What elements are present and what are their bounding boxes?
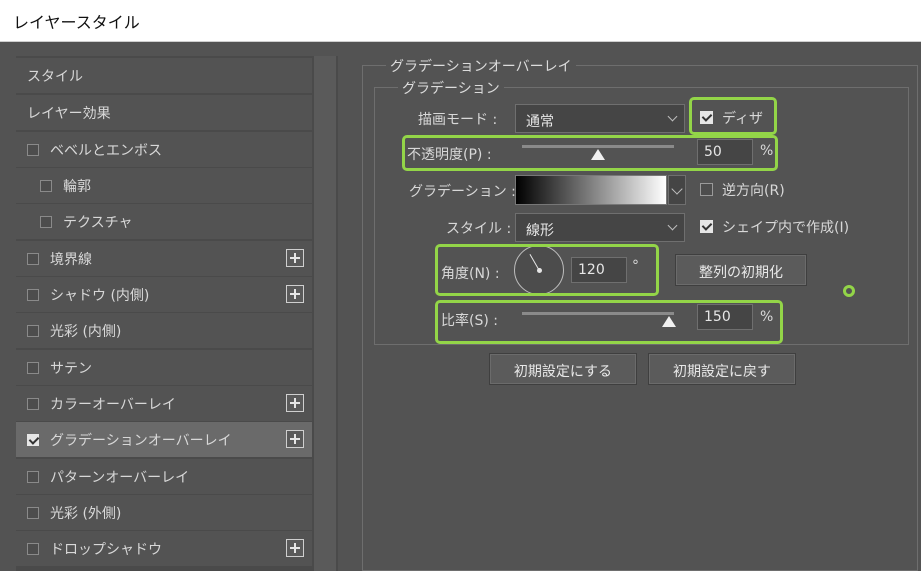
highlight-dot	[843, 285, 855, 297]
sidebar-item-contour[interactable]: 輪郭	[16, 168, 312, 203]
color-overlay-checkbox[interactable]	[27, 398, 39, 410]
gradient-overlay-checkbox[interactable]	[27, 434, 39, 446]
sidebar-item-label: 境界線	[50, 252, 92, 268]
blend-mode-select[interactable]: 通常	[515, 104, 685, 133]
sidebar-item-drop-shadow[interactable]: ドロップシャドウ	[16, 531, 312, 566]
outer-glow-checkbox[interactable]	[27, 507, 39, 519]
sidebar-item-texture[interactable]: テクスチャ	[16, 204, 312, 239]
add-stroke-button[interactable]	[286, 249, 304, 267]
reset-alignment-label: 整列の初期化	[699, 265, 783, 281]
sidebar-scrollbar[interactable]	[314, 56, 336, 571]
sidebar-item-label: カラーオーバーレイ	[50, 397, 176, 413]
dither-highlight	[689, 97, 777, 135]
gradient-picker-arrow[interactable]	[668, 175, 686, 205]
gradient-group-title: グラデーション	[398, 78, 504, 98]
pattern-overlay-checkbox[interactable]	[27, 471, 39, 483]
bevel-emboss-checkbox[interactable]	[27, 144, 39, 156]
sidebar-item-label: シャドウ (内側)	[50, 288, 150, 304]
stroke-checkbox[interactable]	[27, 253, 39, 265]
make-default-label: 初期設定にする	[513, 364, 613, 380]
gradient-label: グラデーション :	[409, 184, 516, 200]
gradient-preview[interactable]	[515, 175, 667, 205]
sidebar-item-outer-glow[interactable]: 光彩 (外側)	[16, 495, 312, 530]
sidebar-item-label: ベベルとエンボス	[50, 143, 162, 159]
contour-checkbox[interactable]	[40, 180, 52, 192]
add-inner-shadow-button[interactable]	[286, 285, 304, 303]
reset-alignment-button[interactable]: 整列の初期化	[675, 254, 807, 286]
satin-checkbox[interactable]	[27, 362, 39, 374]
sidebar-item-satin[interactable]: サテン	[16, 350, 312, 385]
gradient-overlay-title: グラデーションオーバーレイ	[386, 56, 576, 76]
sidebar-item-label: グラデーションオーバーレイ	[50, 433, 232, 449]
inner-shadow-checkbox[interactable]	[27, 289, 39, 301]
inner-glow-checkbox[interactable]	[27, 325, 39, 337]
add-drop-shadow-button[interactable]	[286, 539, 304, 557]
window-title: レイヤースタイル	[13, 13, 140, 32]
drop-shadow-checkbox[interactable]	[27, 543, 39, 555]
sidebar-item-color-overlay[interactable]: カラーオーバーレイ	[16, 386, 312, 421]
sidebar-item-label: ドロップシャドウ	[50, 542, 162, 558]
scale-highlight	[435, 300, 783, 344]
sidebar-item-stroke[interactable]: 境界線	[16, 241, 312, 276]
angle-highlight	[435, 244, 659, 296]
reverse-checkbox[interactable]	[700, 183, 713, 196]
sidebar-item-label: サテン	[50, 361, 92, 377]
add-color-overlay-button[interactable]	[286, 394, 304, 412]
sidebar-item-label: 光彩 (外側)	[50, 506, 122, 522]
title-bar: レイヤースタイル	[0, 0, 921, 42]
reset-default-label: 初期設定に戻す	[673, 364, 771, 380]
style-label: スタイル :	[446, 221, 512, 237]
chevron-down-icon	[667, 111, 678, 122]
sidebar-item-label: レイヤー効果	[27, 106, 111, 122]
make-default-button[interactable]: 初期設定にする	[489, 353, 637, 385]
sidebar-item-bevel-emboss[interactable]: ベベルとエンボス	[16, 132, 312, 167]
style-value: 線形	[526, 223, 554, 239]
sidebar-item-label: パターンオーバーレイ	[50, 470, 190, 486]
blend-mode-value: 通常	[526, 114, 554, 130]
reset-default-button[interactable]: 初期設定に戻す	[648, 353, 796, 385]
sidebar-item-label: スタイル	[27, 69, 83, 85]
blend-mode-label: 描画モード :	[418, 112, 498, 128]
sidebar-item-pattern-overlay[interactable]: パターンオーバーレイ	[16, 459, 312, 494]
reverse-label: 逆方向(R)	[722, 183, 785, 199]
style-select[interactable]: 線形	[515, 213, 685, 242]
sidebar-item-inner-shadow[interactable]: シャドウ (内側)	[16, 277, 312, 312]
sidebar-item-label: 輪郭	[63, 179, 91, 195]
sidebar-item-layer-effects[interactable]: レイヤー効果	[16, 95, 312, 130]
align-with-layer-checkbox[interactable]	[700, 220, 713, 233]
sidebar-item-label: 光彩 (内側)	[50, 324, 122, 340]
align-with-layer-label: シェイプ内で作成(I)	[722, 220, 850, 236]
texture-checkbox[interactable]	[40, 216, 52, 228]
opacity-highlight	[402, 135, 778, 171]
sidebar-item-gradient-overlay[interactable]: グラデーションオーバーレイ	[16, 422, 312, 457]
sidebar-item-label: テクスチャ	[63, 215, 133, 231]
add-gradient-overlay-button[interactable]	[286, 430, 304, 448]
chevron-down-icon	[667, 220, 678, 231]
sidebar-item-style[interactable]: スタイル	[16, 58, 312, 93]
sidebar-item-inner-glow[interactable]: 光彩 (内側)	[16, 313, 312, 348]
